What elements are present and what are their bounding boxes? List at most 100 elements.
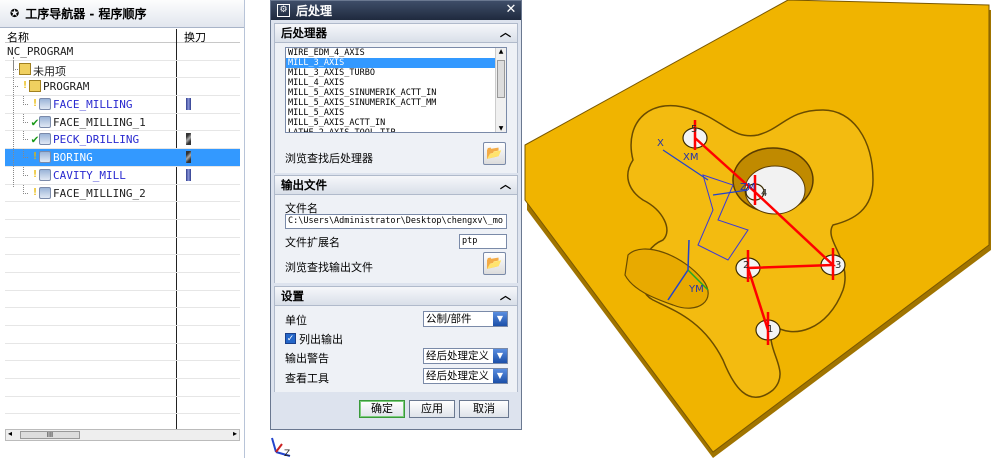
face-milling-op-icon	[39, 186, 51, 199]
postprocessor-item[interactable]: MILL_5_AXIS_SINUMERIK_ACTT_IN	[286, 88, 506, 98]
navigator-title: 工序导航器 - 程序顺序	[25, 7, 147, 21]
filename-input[interactable]: C:\Users\Administrator\Desktop\chengxv\_…	[285, 214, 507, 229]
chevron-down-icon[interactable]: ▼	[493, 312, 507, 326]
scroll-up-icon[interactable]: ▲	[496, 48, 506, 55]
postprocessor-section-header[interactable]: 后处理器 ︿	[274, 23, 518, 43]
output-warning-value: 经后处理定义	[426, 350, 489, 362]
tree-root-label: NC_PROGRAM	[7, 45, 74, 58]
browse-output-label: 浏览查找输出文件	[285, 261, 373, 274]
tree-row-label: PROGRAM	[43, 80, 90, 94]
review-tool-value: 经后处理定义	[426, 370, 489, 382]
scroll-thumb[interactable]: III	[20, 431, 80, 439]
axis-label-xm: XM	[683, 152, 698, 163]
tree-row[interactable]: ! FACE_MILLING_2	[5, 184, 240, 203]
postprocessor-item[interactable]: WIRE_EDM_4_AXIS	[286, 48, 506, 58]
scroll-left-icon[interactable]: ◂	[8, 429, 12, 438]
close-icon[interactable]: ✕	[504, 3, 518, 17]
review-tool-select[interactable]: 经后处理定义 ▼	[423, 368, 508, 384]
pin-icon[interactable]: ✪	[10, 7, 19, 20]
dialog-title: 后处理	[296, 4, 333, 18]
gear-icon[interactable]: ⚙	[277, 4, 290, 17]
chevron-up-icon[interactable]: ︿	[500, 287, 511, 305]
scroll-down-icon[interactable]: ▼	[496, 125, 506, 132]
list-output-checkbox[interactable]: ✓	[285, 333, 296, 344]
empty-row	[5, 255, 240, 273]
browse-postprocessor-label: 浏览查找后处理器	[285, 152, 373, 165]
review-tool-label: 查看工具	[285, 372, 329, 385]
tree-row[interactable]: ✔ FACE_MILLING_1	[5, 113, 240, 132]
output-section-title: 输出文件	[281, 178, 327, 192]
postprocessor-item[interactable]: MILL_4_AXIS	[286, 78, 506, 88]
list-vertical-scrollbar[interactable]: ▲ ▼	[495, 48, 506, 132]
chevron-down-icon[interactable]: ▼	[493, 369, 507, 383]
output-warning-select[interactable]: 经后处理定义 ▼	[423, 348, 508, 364]
navigator-tree: NC_PROGRAM 未用项! PROGRAM! FACE_MILLING ✔ FACE…	[5, 43, 240, 415]
postprocessor-item[interactable]: MILL_5_AXIS_SINUMERIK_ACTT_MM	[286, 98, 506, 108]
settings-section-header[interactable]: 设置 ︿	[274, 286, 518, 306]
hole-label-4: 4	[761, 188, 767, 199]
drill-tool-icon	[186, 151, 191, 164]
unit-select[interactable]: 公制/部件 ▼	[423, 311, 508, 327]
program-group-icon	[29, 80, 41, 93]
triad-z-label: Z	[284, 449, 290, 458]
dialog-titlebar: ⚙ 后处理 ✕	[271, 1, 521, 20]
tree-row[interactable]: ! CAVITY_MILL	[5, 166, 240, 185]
browse-postprocessor-button[interactable]: 📂	[483, 142, 506, 165]
settings-section-title: 设置	[281, 289, 304, 303]
graphics-viewport[interactable]: 5 4 3 2 1 X XM ZM YM	[523, 0, 991, 458]
tree-row[interactable]: 未用项	[5, 60, 240, 79]
tree-root[interactable]: NC_PROGRAM	[5, 43, 240, 61]
output-section-header[interactable]: 输出文件 ︿	[274, 175, 518, 195]
apply-button[interactable]: 应用	[409, 400, 455, 418]
cancel-button[interactable]: 取消	[459, 400, 509, 418]
hole-label-2: 2	[743, 260, 749, 271]
drill-tool-icon	[186, 133, 191, 146]
tree-connector	[23, 113, 28, 123]
tree-row[interactable]: ✔ PECK_DRILLING	[5, 131, 240, 150]
horizontal-scrollbar[interactable]: ◂ III ▸	[5, 429, 240, 441]
empty-row	[5, 220, 240, 238]
chevron-up-icon[interactable]: ︿	[500, 176, 511, 194]
empty-row	[5, 397, 240, 415]
operation-navigator: ✪ 工序导航器 - 程序顺序 名称 换刀 NC_PROGRAM 未用项! PROG…	[0, 0, 245, 458]
postprocessor-item[interactable]: LATHE_2_AXIS_TOOL_TIP	[286, 128, 506, 132]
empty-row	[5, 379, 240, 397]
chevron-down-icon[interactable]: ▼	[493, 349, 507, 363]
tree-row[interactable]: ! BORING	[5, 149, 240, 167]
mill-tool-icon	[186, 168, 191, 181]
chevron-up-icon[interactable]: ︿	[500, 24, 511, 42]
tree-row-label: BORING	[53, 151, 93, 165]
empty-row	[5, 308, 240, 326]
cavity-mill-op-icon	[39, 168, 51, 181]
open-folder-icon: 📂	[486, 256, 503, 271]
tree-row[interactable]: ! FACE_MILLING	[5, 96, 240, 114]
postprocessor-item[interactable]: MILL_3_AXIS	[286, 58, 506, 68]
tree-row-label: PECK_DRILLING	[53, 133, 140, 147]
drilling-op-icon	[39, 133, 51, 146]
extension-input[interactable]: ptp	[459, 234, 507, 249]
unit-select-value: 公制/部件	[426, 313, 472, 325]
postprocess-dialog: ⚙ 后处理 ✕ 后处理器 ︿ WIRE_EDM_4_AXIS MILL_3_AXI…	[270, 0, 522, 430]
column-header: 名称 换刀	[5, 29, 240, 44]
hole-label-5: 5	[691, 124, 697, 135]
empty-row	[5, 273, 240, 291]
part-model[interactable]: 5 4 3 2 1 X XM ZM YM	[523, 0, 991, 458]
tree-row[interactable]: ! PROGRAM	[5, 78, 240, 97]
postprocessor-item[interactable]: MILL_5_AXIS	[286, 108, 506, 118]
ok-button[interactable]: 确定	[359, 400, 405, 418]
extension-label: 文件扩展名	[285, 236, 340, 249]
tree-row-label: FACE_MILLING_2	[53, 186, 146, 200]
tree-row-label: 未用项	[33, 64, 66, 78]
scroll-right-icon[interactable]: ▸	[233, 429, 237, 438]
browse-output-button[interactable]: 📂	[483, 252, 506, 275]
postprocessor-item[interactable]: MILL_3_AXIS_TURBO	[286, 68, 506, 78]
face-milling-op-icon	[39, 115, 51, 128]
list-scroll-thumb[interactable]	[497, 60, 505, 98]
hole-label-3: 3	[835, 260, 841, 271]
postprocessor-list[interactable]: WIRE_EDM_4_AXIS MILL_3_AXIS MILL_3_AXIS_TU…	[285, 47, 507, 133]
mill-tool-icon	[186, 98, 191, 111]
tree-row-label: CAVITY_MILL	[53, 168, 126, 182]
postprocessor-item[interactable]: MILL_5_AXIS_ACTT_IN	[286, 118, 506, 128]
navigator-titlebar: ✪ 工序导航器 - 程序顺序	[0, 0, 244, 28]
tree-connector	[23, 166, 28, 176]
